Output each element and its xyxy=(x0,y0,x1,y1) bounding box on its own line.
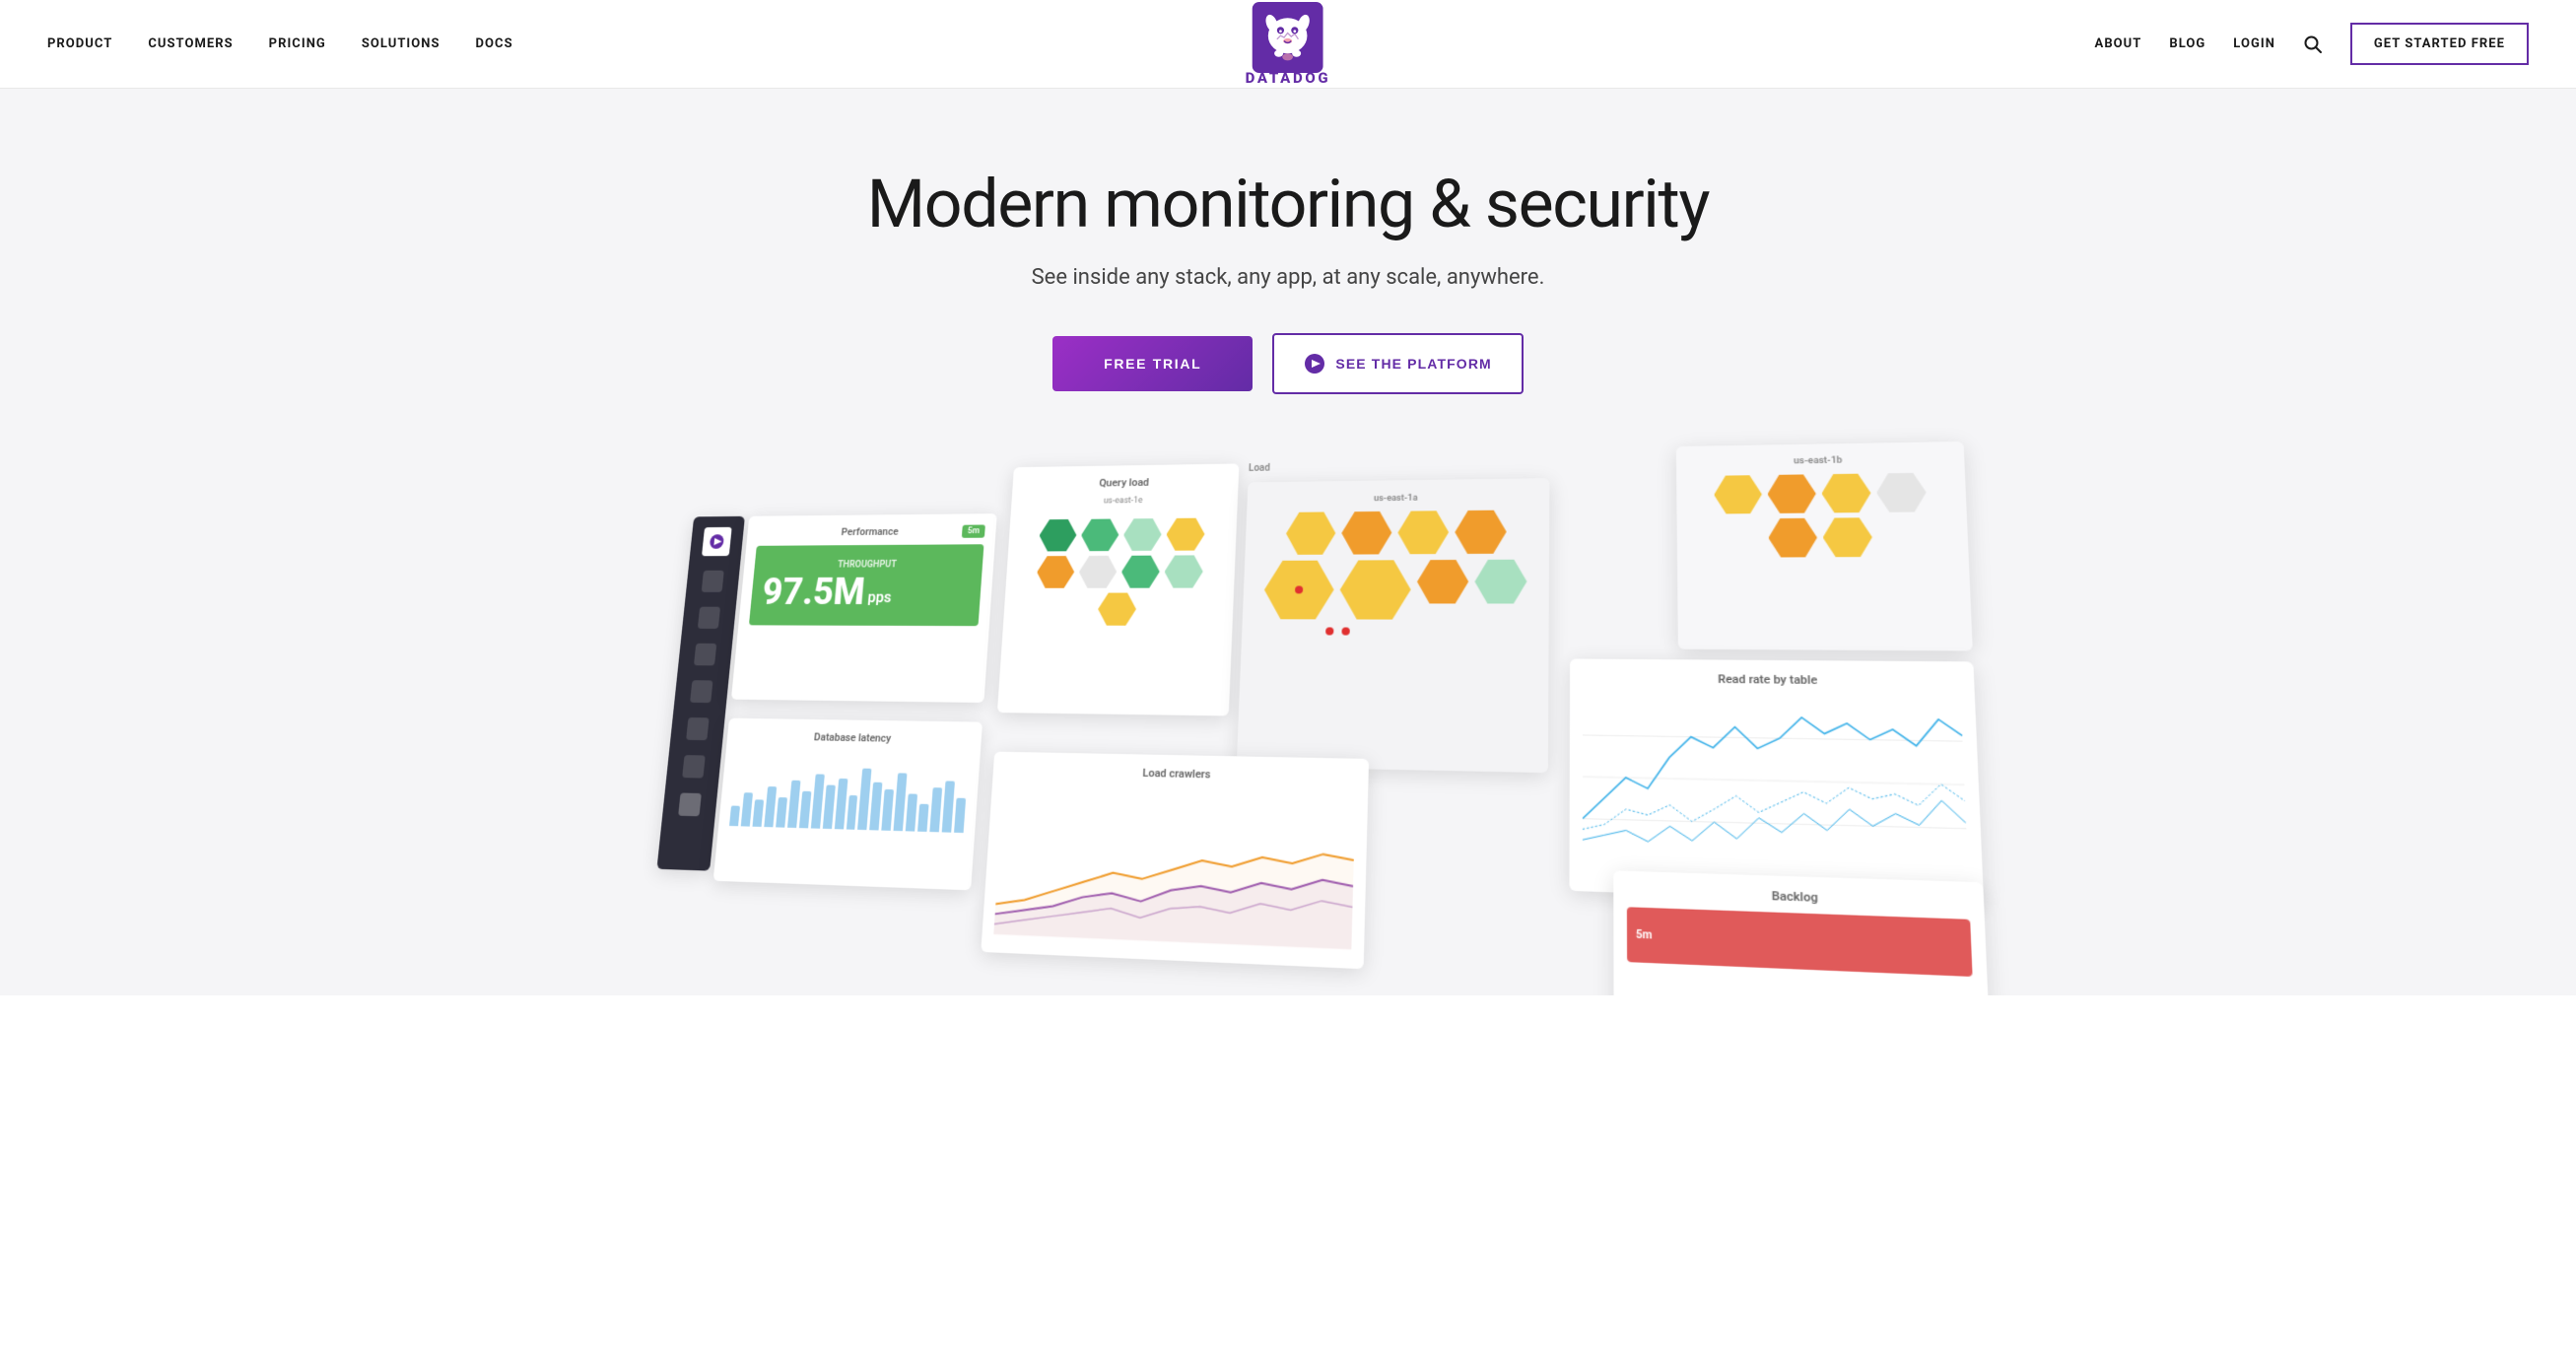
hero-section: Modern monitoring & security See inside … xyxy=(0,89,2576,995)
hero-title: Modern monitoring & security xyxy=(20,168,2556,241)
free-trial-button[interactable]: FREE TRIAL xyxy=(1052,336,1253,391)
nav-customers[interactable]: CUSTOMERS xyxy=(148,36,233,51)
backlog-panel: Backlog 5m xyxy=(1613,870,1990,995)
nav-pricing[interactable]: PRICING xyxy=(269,36,326,51)
play-icon xyxy=(1304,353,1325,375)
nav-blog[interactable]: BLOG xyxy=(2169,36,2205,51)
db-latency-panel: Database latency xyxy=(713,717,983,890)
performance-panel: Performance Throughput 97.5M pps 5m xyxy=(731,513,997,703)
heatmap-right-panel: us-east-1b xyxy=(1676,442,1973,651)
hero-buttons: FREE TRIAL SEE THE PLATFORM xyxy=(20,333,2556,394)
nav-solutions[interactable]: SOLUTIONS xyxy=(362,36,441,51)
dashboard-mockup: Performance Throughput 97.5M pps 5m Quer… xyxy=(647,453,1929,995)
logo-text: DATADOG xyxy=(1246,69,1331,87)
hero-subtitle: See inside any stack, any app, at any sc… xyxy=(20,265,2556,290)
nav-about[interactable]: ABOUT xyxy=(2095,36,2142,51)
nav-product[interactable]: PRODUCT xyxy=(47,36,112,51)
linechart-svg xyxy=(1583,693,1968,874)
heatmap-center-panel: us-east-1a xyxy=(1237,478,1550,773)
load-crawlers-svg xyxy=(993,784,1355,950)
nav-right: ABOUT BLOG LOGIN GET STARTED FREE xyxy=(2095,23,2529,65)
search-icon[interactable] xyxy=(2303,34,2323,54)
see-platform-button[interactable]: SEE THE PLATFORM xyxy=(1272,333,1523,394)
nav-logo[interactable]: DATADOG xyxy=(1246,2,1331,87)
datadog-logo-icon xyxy=(1253,2,1323,73)
nav-docs[interactable]: DOCS xyxy=(476,36,513,51)
get-started-button[interactable]: GET STARTED FREE xyxy=(2350,23,2529,65)
nav-left: PRODUCT CUSTOMERS PRICING SOLUTIONS DOCS xyxy=(47,36,513,51)
navbar: PRODUCT CUSTOMERS PRICING SOLUTIONS DOCS xyxy=(0,0,2576,89)
nav-login[interactable]: LOGIN xyxy=(2233,36,2275,51)
linechart-panel: Read rate by table xyxy=(1569,658,1984,905)
load-label: Load xyxy=(1249,463,1270,474)
query-load-panel: Query load us-east-1e xyxy=(997,463,1239,715)
load-crawlers-panel: Load crawlers xyxy=(981,751,1369,969)
